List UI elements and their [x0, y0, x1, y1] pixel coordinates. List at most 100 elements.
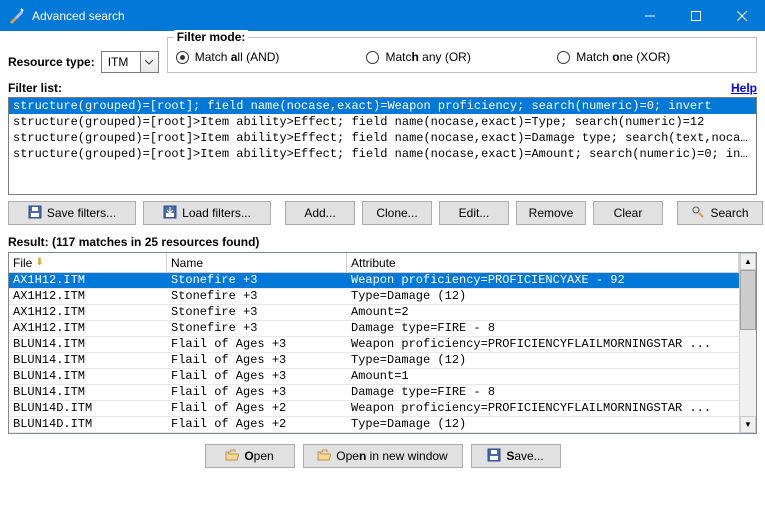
cell-attribute: Weapon proficiency=PROFICIENCYAXE - 92	[347, 273, 739, 288]
result-label: Result: (117 matches in 25 resources fou…	[8, 235, 757, 249]
filter-mode-label: Filter mode:	[174, 30, 249, 44]
cell-file: AX1H12.ITM	[9, 273, 167, 288]
open-button[interactable]: Open	[205, 444, 295, 468]
table-row[interactable]: AX1H12.ITMStonefire +3Weapon proficiency…	[9, 273, 739, 289]
table-row[interactable]: BLUN14.ITMFlail of Ages +3Type=Damage (1…	[9, 353, 739, 369]
table-row[interactable]: BLUN14D.ITMFlail of Ages +2Weapon profic…	[9, 401, 739, 417]
load-icon	[163, 205, 177, 222]
filter-list-label: Filter list:	[8, 81, 62, 95]
radio-icon	[366, 51, 379, 64]
cell-file: AX1H12.ITM	[9, 305, 167, 320]
cell-attribute: Damage type=FIRE - 8	[347, 321, 739, 336]
cell-attribute: Weapon proficiency=PROFICIENCYFLAILMORNI…	[347, 337, 739, 352]
save-icon	[487, 448, 501, 465]
result-table: File ⬇ Name Attribute AX1H12.ITMStonefir…	[8, 252, 757, 434]
save-icon	[28, 205, 42, 222]
cell-file: AX1H12.ITM	[9, 321, 167, 336]
open-new-window-button[interactable]: Open in new window	[303, 444, 463, 468]
cell-file: BLUN14D.ITM	[9, 401, 167, 416]
cell-file: BLUN14D.ITM	[9, 417, 167, 432]
table-row[interactable]: BLUN14.ITMFlail of Ages +3Damage type=FI…	[9, 385, 739, 401]
cell-attribute: Amount=1	[347, 369, 739, 384]
edit-button[interactable]: Edit...	[439, 201, 509, 225]
scroll-track[interactable]	[740, 270, 756, 416]
radio-label: Match any (OR)	[385, 50, 470, 64]
resource-type-label: Resource type:	[8, 55, 95, 69]
close-button[interactable]	[719, 0, 765, 31]
filter-mode-radio-2[interactable]: Match one (XOR)	[557, 50, 748, 64]
cell-name: Stonefire +3	[167, 305, 347, 320]
filter-mode-group: Filter mode: Match all (AND)Match any (O…	[167, 37, 757, 73]
help-link[interactable]: Help	[731, 81, 757, 95]
open-label: Open	[244, 449, 273, 463]
app-icon	[8, 8, 24, 24]
table-row[interactable]: BLUN14.ITMFlail of Ages +3Weapon profici…	[9, 337, 739, 353]
add-button[interactable]: Add...	[285, 201, 355, 225]
table-header: File ⬇ Name Attribute	[9, 253, 739, 273]
maximize-button[interactable]	[673, 0, 719, 31]
table-row[interactable]: BLUN14.ITMFlail of Ages +3Amount=1	[9, 369, 739, 385]
folder-open-icon	[225, 449, 239, 464]
scroll-down-button[interactable]: ▼	[740, 416, 756, 433]
filter-mode-radio-1[interactable]: Match any (OR)	[366, 50, 557, 64]
folder-open-icon	[317, 449, 331, 464]
cell-name: Stonefire +3	[167, 321, 347, 336]
resource-type-value: ITM	[101, 51, 141, 73]
filter-list[interactable]: structure(grouped)=[root]; field name(no…	[8, 97, 757, 195]
window-controls	[627, 0, 765, 31]
scroll-up-button[interactable]: ▲	[740, 253, 756, 270]
titlebar[interactable]: Advanced search	[0, 0, 765, 31]
radio-icon	[557, 51, 570, 64]
load-filters-button[interactable]: Load filters...	[143, 201, 271, 225]
resource-type-group: Resource type: ITM	[8, 37, 159, 73]
cell-file: BLUN14.ITM	[9, 369, 167, 384]
table-row[interactable]: AX1H12.ITMStonefire +3Amount=2	[9, 305, 739, 321]
column-header-attribute[interactable]: Attribute	[347, 253, 739, 272]
save-result-button[interactable]: Save...	[471, 444, 561, 468]
filter-mode-radio-0[interactable]: Match all (AND)	[176, 50, 367, 64]
cell-attribute: Weapon proficiency=PROFICIENCYFLAILMORNI…	[347, 401, 739, 416]
cell-name: Flail of Ages +3	[167, 385, 347, 400]
filter-list-item[interactable]: structure(grouped)=[root]>Item ability>E…	[9, 114, 756, 130]
cell-file: BLUN14.ITM	[9, 337, 167, 352]
filter-list-item[interactable]: structure(grouped)=[root]; field name(no…	[9, 98, 756, 114]
resource-type-select[interactable]: ITM	[101, 51, 159, 73]
open-new-label: Open in new window	[336, 449, 447, 463]
cell-file: AX1H12.ITM	[9, 289, 167, 304]
cell-name: Flail of Ages +3	[167, 337, 347, 352]
save-label: Save...	[506, 449, 543, 463]
scroll-thumb[interactable]	[740, 270, 756, 330]
vertical-scrollbar[interactable]: ▲ ▼	[739, 253, 756, 433]
radio-label: Match all (AND)	[195, 50, 280, 64]
filter-list-item[interactable]: structure(grouped)=[root]>Item ability>E…	[9, 146, 756, 162]
search-icon	[691, 205, 705, 222]
cell-name: Stonefire +3	[167, 273, 347, 288]
clone-button[interactable]: Clone...	[362, 201, 432, 225]
cell-name: Stonefire +3	[167, 289, 347, 304]
column-header-name[interactable]: Name	[167, 253, 347, 272]
radio-icon	[176, 51, 189, 64]
chevron-down-icon[interactable]	[141, 51, 159, 73]
table-row[interactable]: AX1H12.ITMStonefire +3Type=Damage (12)	[9, 289, 739, 305]
cell-attribute: Type=Damage (12)	[347, 353, 739, 368]
minimize-button[interactable]	[627, 0, 673, 31]
cell-attribute: Type=Damage (12)	[347, 289, 739, 304]
cell-name: Flail of Ages +2	[167, 401, 347, 416]
table-row[interactable]: BLUN14D.ITMFlail of Ages +2Type=Damage (…	[9, 417, 739, 433]
sort-arrow-icon: ⬇	[35, 257, 43, 268]
cell-name: Flail of Ages +3	[167, 369, 347, 384]
clear-button[interactable]: Clear	[593, 201, 663, 225]
cell-attribute: Amount=2	[347, 305, 739, 320]
cell-attribute: Damage type=FIRE - 8	[347, 385, 739, 400]
cell-file: BLUN14.ITM	[9, 353, 167, 368]
search-button[interactable]: Search	[677, 201, 763, 225]
column-header-file[interactable]: File ⬇	[9, 253, 167, 272]
radio-label: Match one (XOR)	[576, 50, 670, 64]
cell-attribute: Type=Damage (12)	[347, 417, 739, 432]
save-filters-button[interactable]: Save filters...	[8, 201, 136, 225]
filter-list-item[interactable]: structure(grouped)=[root]>Item ability>E…	[9, 130, 756, 146]
remove-button[interactable]: Remove	[516, 201, 586, 225]
cell-name: Flail of Ages +3	[167, 353, 347, 368]
table-row[interactable]: AX1H12.ITMStonefire +3Damage type=FIRE -…	[9, 321, 739, 337]
cell-file: BLUN14.ITM	[9, 385, 167, 400]
